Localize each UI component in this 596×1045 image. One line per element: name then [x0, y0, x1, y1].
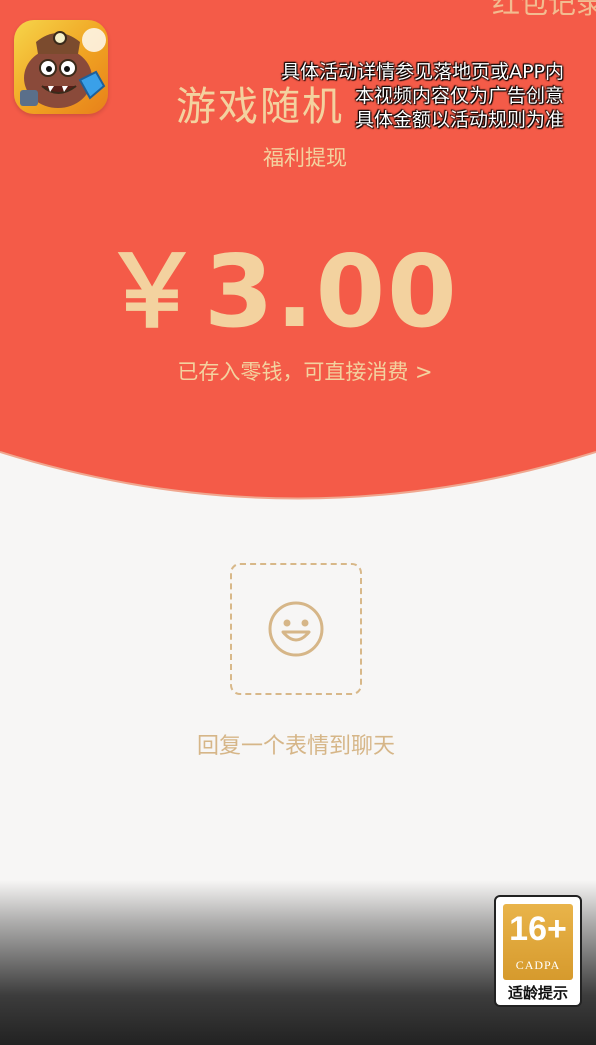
record-link[interactable]: 红包记录 [492, 0, 596, 22]
disclaimer-line: 本视频内容仅为广告创意 [354, 85, 564, 107]
game-character-icon [20, 28, 106, 108]
smiley-face-icon [268, 601, 324, 657]
disclaimer-line: 具体金额以活动规则为准 [354, 109, 564, 131]
age-rating-org: CADPA [515, 958, 561, 972]
ad-disclaimer: 具体活动详情参见落地页或APP内 本视频内容仅为广告创意 具体金额以活动规则为准 [281, 60, 564, 132]
age-rating-emblem: 16+ CADPA [503, 904, 573, 980]
age-rating-badge: 16+ CADPA 适龄提示 [494, 895, 582, 1007]
age-rating-number: 16+ [509, 910, 567, 948]
page-subtitle: 福利提现 [263, 146, 347, 170]
amount-value: ￥3.00 [102, 233, 459, 350]
age-rating-caption: 适龄提示 [507, 984, 568, 1002]
wallet-balance-link[interactable]: 已存入零钱，可直接消费 > [0, 356, 596, 386]
app-icon [14, 20, 108, 114]
disclaimer-line: 具体活动详情参见落地页或APP内 [281, 61, 564, 83]
reply-emoji-label[interactable]: 回复一个表情到聊天 [0, 728, 592, 760]
emoji-reply-button[interactable] [230, 563, 362, 695]
